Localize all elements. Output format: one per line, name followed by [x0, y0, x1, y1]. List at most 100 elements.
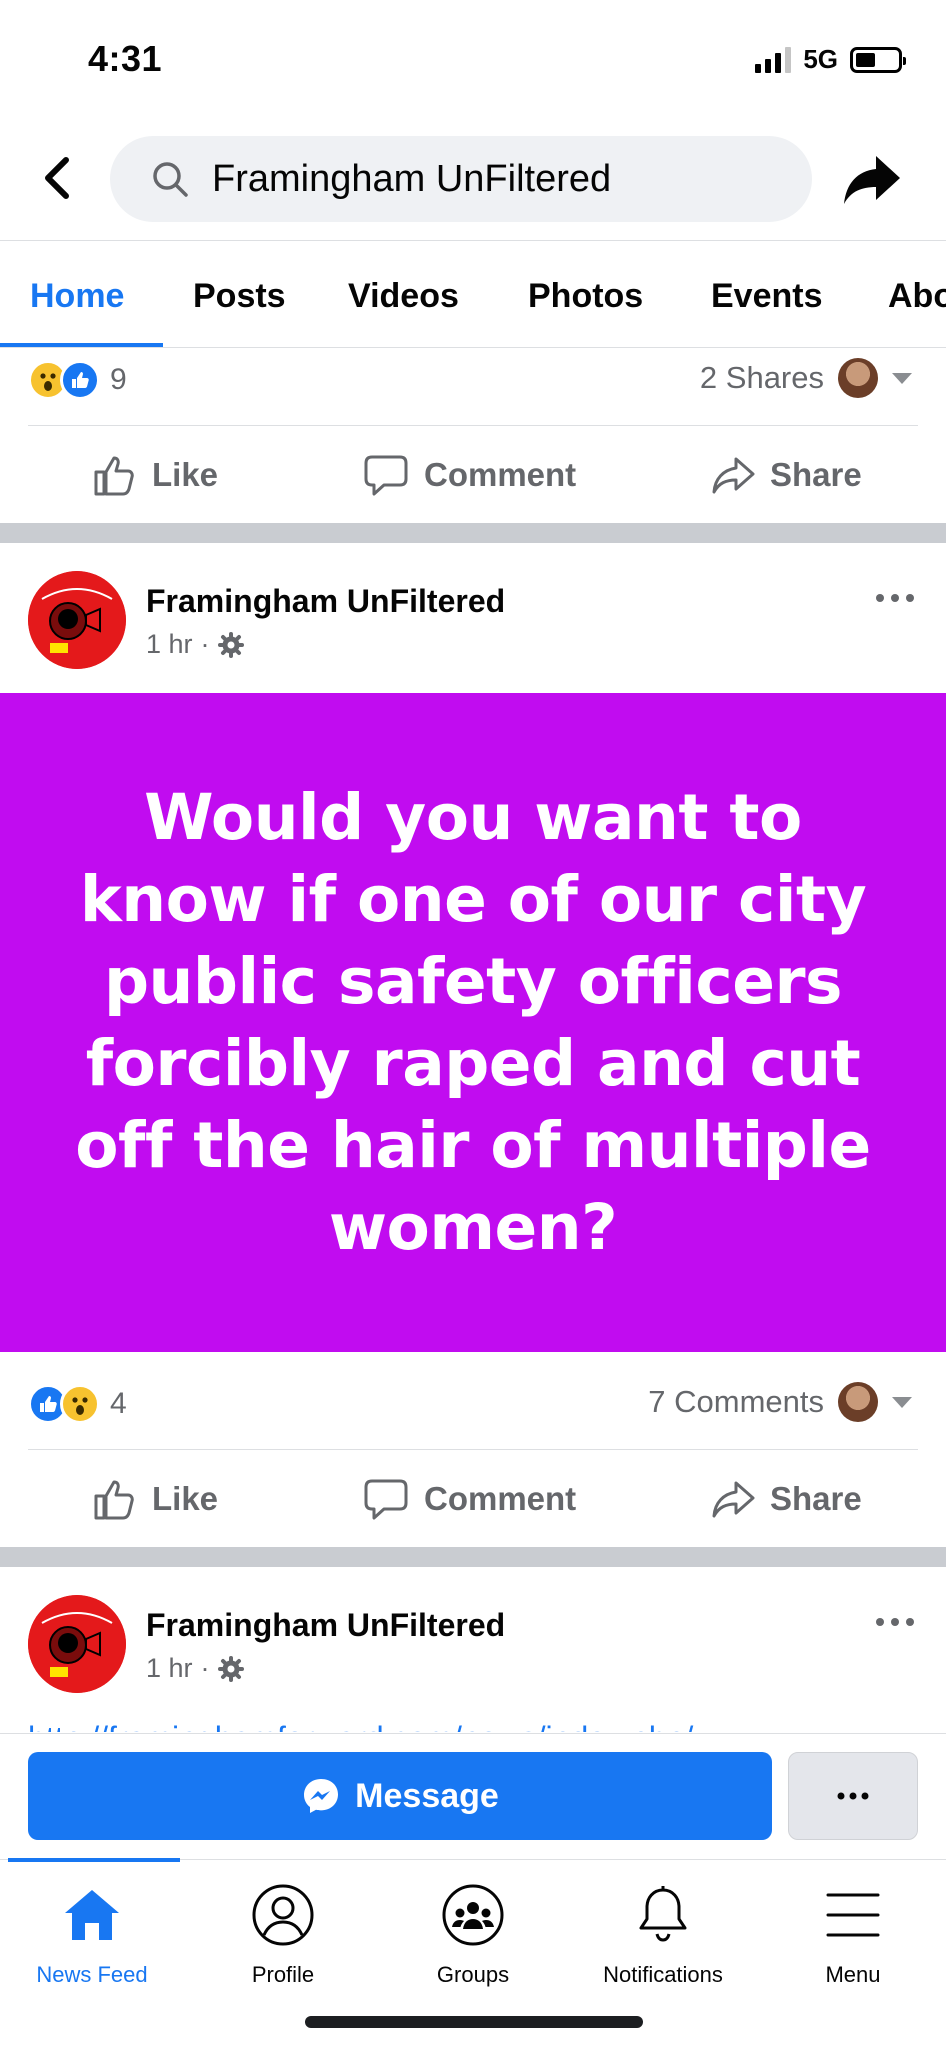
nav-notifications[interactable]: Notifications: [568, 1880, 758, 1988]
status-bar: 4:31 5G: [0, 0, 946, 120]
comment-button[interactable]: Comment: [362, 1451, 576, 1547]
page-name[interactable]: Framingham UnFiltered: [146, 1607, 505, 1644]
like-label: Like: [152, 456, 219, 493]
comment-icon: [364, 1479, 408, 1520]
message-label: Message: [355, 1776, 499, 1815]
network-label: 5G: [803, 44, 838, 74]
avatar: [838, 1382, 878, 1422]
comment-label: Comment: [424, 456, 577, 493]
tab-photos[interactable]: Photos: [528, 241, 643, 347]
share-button[interactable]: Share: [710, 427, 862, 523]
chevron-down-icon[interactable]: [892, 372, 912, 384]
post-time[interactable]: 1 hr: [146, 629, 193, 660]
post-header: Framingham UnFiltered 1 hr ·: [0, 543, 946, 673]
meta-separator: ·: [200, 629, 210, 659]
post-meta: 1 hr ·: [146, 1653, 244, 1684]
chevron-down-icon[interactable]: [892, 1396, 912, 1408]
home-indicator[interactable]: [305, 2016, 643, 2028]
back-button[interactable]: [36, 150, 80, 206]
comment-icon: [364, 455, 408, 496]
thumbs-up-icon: [94, 1480, 134, 1520]
post-graphic-text: Would you want to know if one of our cit…: [75, 780, 871, 1264]
nav-label: Groups: [436, 1962, 510, 1987]
nav-label: Notifications: [603, 1962, 723, 1987]
shares-count[interactable]: 2 Shares: [700, 360, 824, 396]
nav-news-feed[interactable]: News Feed: [0, 1880, 187, 1988]
groups-icon: [442, 1884, 504, 1946]
nav-profile[interactable]: Profile: [188, 1880, 378, 1988]
feed-separator: [0, 1547, 946, 1567]
page-header: Framingham UnFiltered: [0, 120, 946, 240]
share-arrow-icon: [844, 156, 900, 204]
messenger-icon: [304, 1779, 339, 1813]
divider: [28, 1449, 918, 1450]
feed-separator: [0, 523, 946, 543]
gear-icon: [217, 1655, 244, 1682]
more-options-button[interactable]: [788, 1752, 918, 1840]
like-label: Like: [152, 1480, 219, 1517]
post-options-button[interactable]: [870, 583, 920, 613]
share-label: Share: [770, 456, 862, 493]
comment-button[interactable]: Comment: [362, 427, 576, 523]
message-bar: Message: [0, 1733, 946, 1859]
bell-icon: [639, 1886, 687, 1942]
profile-icon: [252, 1884, 314, 1946]
post-actions: Like Comment Share: [0, 427, 946, 523]
nav-active-indicator: [8, 1858, 180, 1862]
post-actions: Like Comment Share: [0, 1451, 946, 1547]
divider: [28, 425, 918, 426]
like-button[interactable]: Like: [92, 427, 218, 523]
chevron-left-icon: [45, 157, 69, 199]
page-logo-icon: [28, 571, 126, 669]
reaction-summary[interactable]: 9 2 Shares: [0, 344, 946, 414]
menu-icon: [826, 1893, 880, 1937]
share-icon: [712, 1481, 755, 1518]
share-label: Share: [770, 1480, 862, 1517]
message-button[interactable]: Message: [28, 1752, 772, 1840]
nav-groups[interactable]: Groups: [378, 1880, 568, 1988]
like-reaction-icon: [60, 360, 100, 400]
share-button[interactable]: Share: [710, 1451, 862, 1547]
reaction-count: 4: [110, 1387, 127, 1420]
tab-events[interactable]: Events: [711, 241, 823, 347]
thumbs-up-icon: [94, 456, 134, 496]
status-indicators: 5G: [755, 44, 906, 75]
nav-menu[interactable]: Menu: [758, 1880, 946, 1988]
home-icon: [65, 1890, 119, 1940]
like-button[interactable]: Like: [92, 1451, 218, 1547]
share-page-button[interactable]: [842, 150, 902, 210]
nav-label: News Feed: [36, 1962, 148, 1987]
nav-label: Profile: [251, 1962, 315, 1987]
share-icon: [712, 457, 755, 494]
page-tabs: Home Posts Videos Photos Events Abo: [0, 240, 946, 348]
battery-icon: [850, 46, 906, 73]
search-icon: [153, 162, 188, 197]
nav-label: Menu: [825, 1962, 881, 1987]
post-options-button[interactable]: [870, 1607, 920, 1637]
status-time: 4:31: [88, 38, 163, 79]
tab-about[interactable]: Abo: [888, 241, 946, 347]
gear-icon: [217, 631, 244, 658]
tab-videos[interactable]: Videos: [348, 241, 459, 347]
comments-count[interactable]: 7 Comments: [648, 1384, 824, 1420]
search-input[interactable]: Framingham UnFiltered: [110, 136, 812, 222]
post-link[interactable]: http://framinghamforward.com/news/index.…: [28, 1710, 848, 1732]
search-query: Framingham UnFiltered: [212, 157, 612, 200]
reaction-summary[interactable]: 4 7 Comments: [0, 1368, 946, 1438]
tab-posts[interactable]: Posts: [193, 241, 286, 347]
comment-label: Comment: [424, 1480, 577, 1517]
more-icon: [876, 594, 914, 602]
page-name[interactable]: Framingham UnFiltered: [146, 583, 505, 620]
meta-separator: ·: [200, 1653, 210, 1683]
page-avatar[interactable]: [28, 571, 126, 669]
tab-home[interactable]: Home: [30, 241, 124, 347]
signal-icon: [755, 46, 792, 73]
avatar: [838, 358, 878, 398]
more-icon: [876, 1618, 914, 1626]
reaction-count: 9: [110, 363, 127, 396]
page-logo-icon: [28, 1595, 126, 1693]
page-avatar[interactable]: [28, 1595, 126, 1693]
post-time[interactable]: 1 hr: [146, 1653, 193, 1684]
post-text-graphic[interactable]: Would you want to know if one of our cit…: [0, 693, 946, 1352]
wow-reaction-icon: [60, 1384, 100, 1424]
